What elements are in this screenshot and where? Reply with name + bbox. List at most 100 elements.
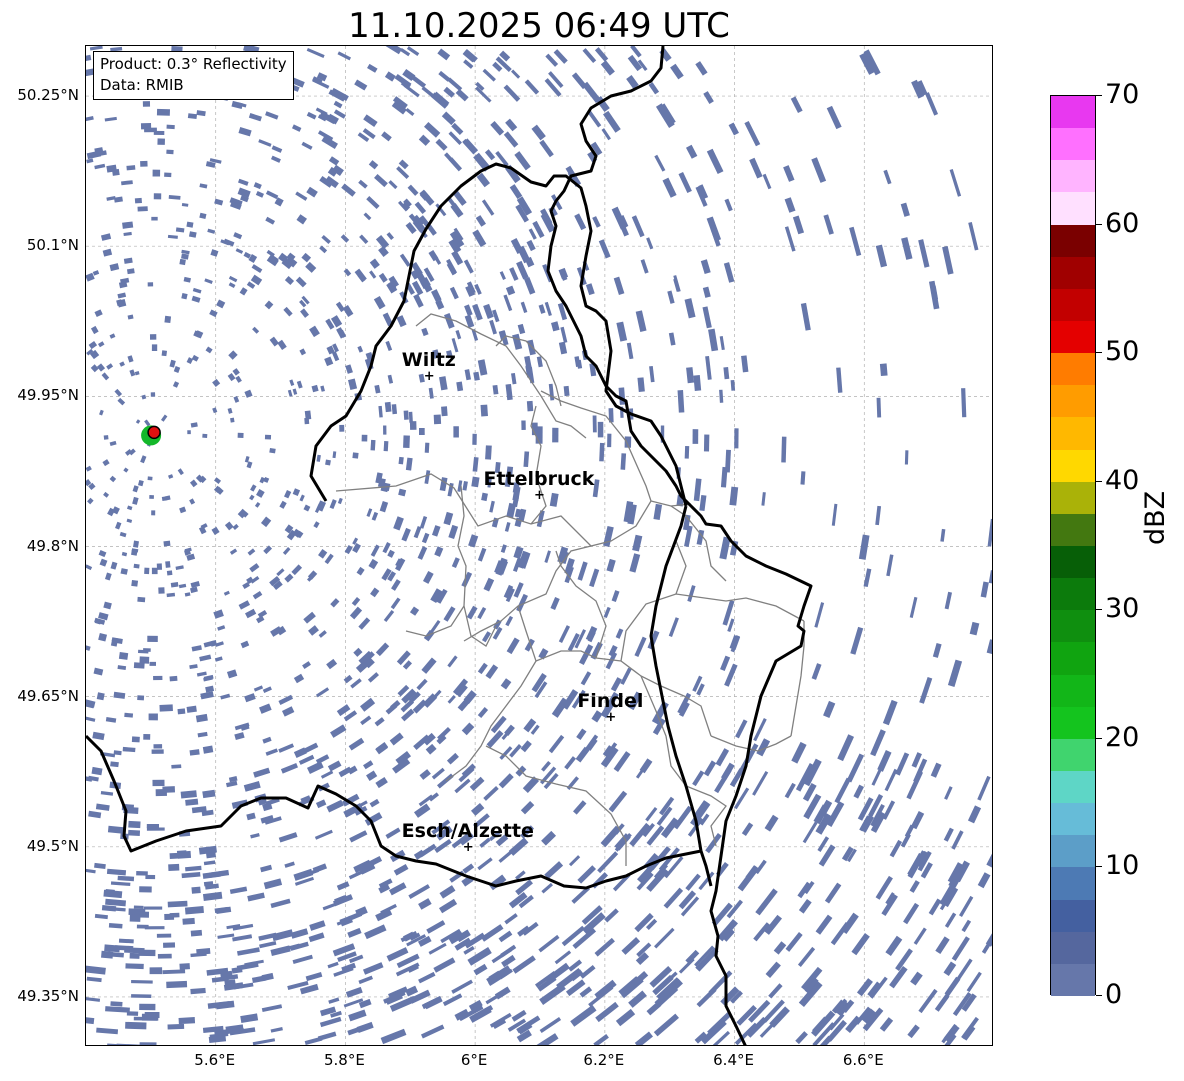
- radar-echo-cell: [645, 806, 658, 822]
- radar-echo-cell: [173, 366, 181, 373]
- radar-echo-cell: [598, 239, 611, 259]
- radar-echo-cell: [823, 700, 836, 718]
- radar-echo-cell: [117, 397, 126, 406]
- radar-echo-cell: [90, 325, 99, 335]
- radar-echo-cell: [349, 830, 368, 843]
- radar-echo-cell: [490, 120, 505, 136]
- radar-echo-cell: [139, 1003, 156, 1011]
- radar-echo-cell: [94, 862, 106, 869]
- radar-echo-cell: [202, 789, 216, 799]
- radar-echo-cell: [481, 492, 488, 502]
- map-frame[interactable]: [85, 45, 993, 1046]
- radar-echo-cell: [528, 228, 537, 240]
- radar-echo-cell: [152, 169, 161, 177]
- radar-echo-cell: [233, 232, 243, 240]
- radar-echo-cell: [243, 781, 261, 792]
- radar-echo-cell: [361, 434, 368, 442]
- radar-echo-cell: [226, 669, 238, 679]
- radar-echo-cell: [270, 155, 281, 163]
- radar-echo-cell: [477, 607, 487, 620]
- radar-echo-cell: [637, 377, 645, 392]
- radar-echo-cell: [184, 906, 204, 915]
- radar-echo-cell: [126, 1011, 139, 1016]
- radar-echo-cell: [121, 551, 128, 557]
- radar-echo-cell: [306, 47, 325, 58]
- radar-echo-cell: [531, 124, 546, 141]
- radar-echo-cell: [764, 814, 779, 832]
- radar-echo-cell: [212, 378, 221, 387]
- radar-echo-cell: [284, 861, 295, 868]
- radar-echo-cell: [187, 430, 191, 435]
- radar-echo-cell: [192, 287, 202, 294]
- radar-echo-cell: [986, 639, 992, 655]
- radar-echo-cell: [486, 730, 504, 749]
- radar-echo-cell: [117, 665, 127, 671]
- radar-echo-cell: [509, 267, 519, 281]
- radar-echo-cell: [308, 932, 325, 943]
- latitude-tick-label: 49.65°N: [17, 686, 79, 705]
- radar-echo-cell: [907, 1024, 920, 1039]
- radar-echo-cell: [702, 306, 712, 329]
- radar-echo-cell: [784, 226, 796, 252]
- radar-echo-cell: [471, 476, 480, 488]
- radar-echo-cell: [185, 798, 199, 806]
- map-canvas[interactable]: [86, 46, 993, 1046]
- latitude-tick-label: 50.1°N: [26, 236, 79, 255]
- radar-echo-cell: [244, 693, 256, 703]
- radar-echo-cell: [409, 606, 420, 616]
- radar-echo-cell: [305, 972, 323, 982]
- radar-echo-cell: [961, 1016, 979, 1040]
- radar-echo-cell: [403, 435, 410, 449]
- radar-echo-cell: [301, 141, 313, 150]
- radar-echo-cell: [802, 821, 818, 844]
- radar-echo-cell: [232, 368, 240, 376]
- radar-echo-cell: [703, 434, 710, 452]
- radar-echo-cell: [481, 199, 495, 216]
- radar-echo-cell: [444, 152, 460, 169]
- radar-echo-cell: [447, 694, 456, 704]
- radar-echo-cell: [302, 661, 311, 669]
- radar-echo-cell: [349, 606, 363, 620]
- radar-echo-cell: [231, 966, 243, 974]
- radar-echo-cell: [259, 703, 272, 714]
- radar-echo-cell: [635, 310, 647, 332]
- radar-echo-cell: [391, 404, 398, 415]
- radar-echo-cell: [393, 516, 404, 531]
- longitude-tick-label: 5.6°E: [194, 1051, 236, 1069]
- radar-echo-cell: [235, 375, 242, 383]
- colorbar-tick-label: 70: [1105, 79, 1140, 110]
- colorbar: [1050, 95, 1096, 997]
- radar-echo-cell: [551, 321, 560, 332]
- radar-echo-cell: [485, 664, 499, 679]
- radar-echo-cell: [422, 571, 434, 584]
- radar-echo-cell: [103, 491, 110, 498]
- radar-echo-cell: [127, 314, 134, 320]
- data-source-label: Data: RMIB: [100, 76, 184, 94]
- radar-echo-cell: [904, 450, 909, 465]
- radar-echo-cell: [142, 101, 151, 107]
- radar-echo-cell: [147, 476, 153, 481]
- radar-echo-cell: [284, 490, 292, 499]
- radar-echo-cell: [86, 158, 94, 164]
- radar-echo-cell: [606, 558, 616, 573]
- radar-echo-cell: [438, 898, 458, 914]
- radar-echo-cell: [186, 357, 194, 365]
- radar-echo-cell: [354, 79, 368, 91]
- radar-echo-cell: [335, 301, 346, 313]
- radar-echo-cell: [949, 168, 962, 197]
- radar-echo-cell: [110, 639, 118, 647]
- colorbar-segment: [1051, 96, 1095, 129]
- radar-echo-cell: [181, 292, 188, 300]
- radar-echo-cell: [795, 1031, 808, 1045]
- radar-echo-cell: [167, 900, 188, 908]
- radar-echo-cell: [418, 898, 432, 910]
- radar-echo-cell: [328, 997, 340, 1004]
- radar-echo-cell: [977, 872, 991, 889]
- radar-echo-cell: [118, 281, 128, 289]
- radar-echo-cell: [649, 365, 655, 383]
- radar-echo-cell: [295, 276, 307, 288]
- radar-echo-cell: [947, 659, 963, 688]
- radar-echo-cell: [646, 237, 654, 250]
- radar-echo-cell: [345, 364, 353, 374]
- colorbar-tick-mark: [1096, 866, 1102, 868]
